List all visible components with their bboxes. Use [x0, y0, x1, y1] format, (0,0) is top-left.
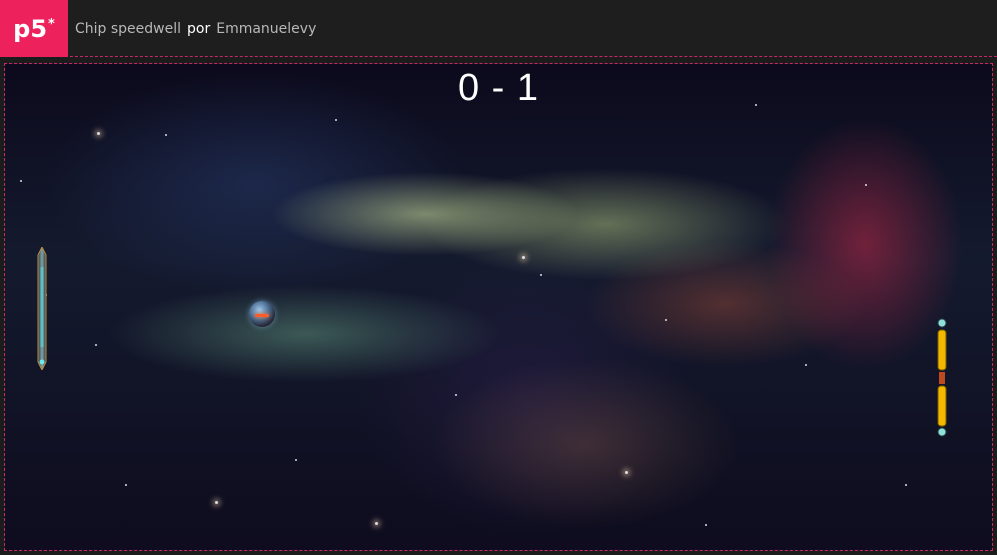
p5-logo[interactable]: p5 *	[0, 0, 68, 57]
star	[865, 184, 867, 186]
star	[295, 459, 297, 461]
left-paddle	[37, 247, 47, 370]
by-label: por	[187, 20, 211, 37]
star	[905, 484, 907, 486]
star	[540, 274, 542, 276]
right-paddle	[937, 318, 947, 437]
star	[95, 344, 97, 346]
star	[665, 319, 667, 321]
star	[165, 134, 167, 136]
score-display: 0 - 1	[457, 67, 540, 109]
top-bar: p5 * Chip speedwell por Emmanuelevy	[0, 0, 997, 57]
star	[625, 471, 628, 474]
star	[215, 501, 218, 504]
space-background	[5, 64, 992, 550]
author-link[interactable]: Emmanuelevy	[216, 21, 316, 37]
ball	[249, 301, 275, 327]
star	[805, 364, 807, 366]
sketch-name: Chip speedwell	[75, 20, 182, 37]
star	[97, 132, 100, 135]
star	[375, 522, 378, 525]
game-canvas[interactable]: 0 - 1	[4, 63, 993, 551]
sketch-title-row: Chip speedwell por Emmanuelevy	[75, 0, 316, 57]
star	[335, 119, 337, 121]
star	[705, 524, 707, 526]
star	[20, 180, 22, 182]
logo-asterisk: *	[48, 17, 55, 32]
star	[522, 256, 525, 259]
star	[125, 484, 127, 486]
star	[455, 394, 457, 396]
logo-text: p5	[13, 14, 48, 43]
